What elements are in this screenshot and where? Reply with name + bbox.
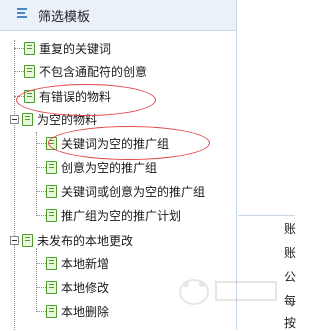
tree-item-label: 关键词或创意为空的推广组 (61, 184, 206, 199)
tree-item-creatives-without-wildcard[interactable]: 不包含通配符的创意 (24, 61, 147, 81)
tree-item-label: 有错误的物料 (39, 89, 112, 104)
page-icon (24, 89, 35, 103)
page-icon (46, 304, 57, 318)
tree-item-adgroups-empty-creatives[interactable]: 创意为空的推广组 (46, 157, 157, 177)
tree-connector (36, 248, 37, 312)
collapse-toggle-icon[interactable] (10, 114, 19, 124)
right-pane-text: 每 (284, 294, 297, 308)
panel-header: 筛选模板 (0, 0, 236, 31)
menu-icon[interactable] (14, 7, 30, 21)
tree-item-duplicate-keywords[interactable]: 重复的关键词 (24, 38, 111, 58)
page-icon (24, 64, 35, 78)
right-pane-text: 公 (284, 270, 297, 284)
tree-connector (14, 48, 24, 49)
page-icon (24, 41, 35, 55)
right-pane-text: 账 (284, 222, 297, 236)
tree-connector (14, 71, 24, 72)
tree-item-label: 创意为空的推广组 (61, 160, 158, 175)
tree-item-local-modified[interactable]: 本地修改 (46, 277, 109, 297)
page-icon (46, 208, 57, 222)
tree-connector (36, 132, 37, 216)
right-pane-text: 按 (284, 316, 297, 330)
page-icon (46, 280, 57, 294)
tree-item-label: 重复的关键词 (39, 41, 112, 56)
page-icon (22, 233, 33, 247)
tree-item-error-materials[interactable]: 有错误的物料 (24, 86, 111, 106)
right-pane-text: 账 (284, 246, 297, 260)
tree-connector (36, 143, 46, 144)
tree-connector (36, 263, 46, 264)
page-icon (46, 136, 57, 150)
filter-template-panel: 筛选模板 重复的关键词 不包含通配符的创意 有错误的物料 为空的物料 关键词为空… (0, 0, 237, 330)
tree-connector (36, 311, 46, 312)
tree-item-label: 关键词为空的推广组 (61, 136, 170, 151)
tree-connector (36, 167, 46, 168)
collapse-toggle-icon[interactable] (10, 235, 19, 245)
tree-connector (14, 40, 15, 330)
right-pane-header (238, 0, 295, 216)
page-icon (46, 256, 57, 270)
tree-item-label: 为空的物料 (37, 112, 98, 127)
tree-item-local-added[interactable]: 本地新增 (46, 253, 109, 273)
tree-item-label: 本地新增 (61, 256, 110, 271)
page-icon (22, 112, 33, 126)
right-pane: 账 账 公 每 按 (238, 0, 297, 330)
tree-item-local-deleted[interactable]: 本地删除 (46, 301, 109, 321)
tree-connector (14, 96, 24, 97)
tree-connector (36, 215, 46, 216)
tree-item-campaigns-empty-adgroups[interactable]: 推广组为空的推广计划 (46, 205, 181, 225)
tree-item-label: 不包含通配符的创意 (39, 64, 148, 79)
tree-group-unpublished-local-changes[interactable]: 未发布的本地更改 (10, 230, 133, 250)
tree-group-empty-materials[interactable]: 为空的物料 (10, 109, 97, 129)
tree-connector (36, 287, 46, 288)
tree-item-adgroups-empty-keywords-or-creatives[interactable]: 关键词或创意为空的推广组 (46, 181, 205, 201)
page-icon (46, 184, 57, 198)
tree-connector (36, 191, 46, 192)
tree-item-label: 本地删除 (61, 304, 110, 319)
tree-item-adgroups-empty-keywords[interactable]: 关键词为空的推广组 (46, 133, 169, 153)
panel-title: 筛选模板 (38, 10, 91, 25)
page-icon (46, 160, 57, 174)
tree-item-label: 推广组为空的推广计划 (61, 208, 182, 223)
tree-item-label: 本地修改 (61, 280, 110, 295)
tree-item-label: 未发布的本地更改 (37, 233, 134, 248)
